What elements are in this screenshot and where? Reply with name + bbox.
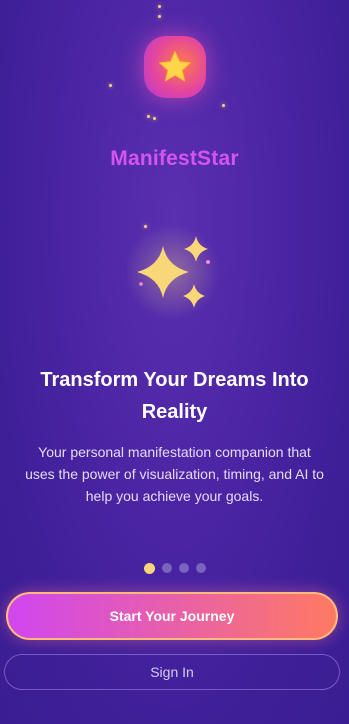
twinkle-dot	[222, 104, 225, 107]
star-icon	[158, 51, 191, 82]
page-dot-2[interactable]	[161, 563, 172, 573]
twinkle-dot	[147, 115, 150, 118]
sign-in-button[interactable]: Sign In	[4, 654, 340, 690]
sparkles-icon	[127, 224, 220, 320]
twinkle-dot	[158, 5, 161, 8]
brand-name: ManifestStar	[110, 147, 239, 170]
logo-container	[0, 36, 349, 98]
twinkle-dot	[158, 15, 161, 18]
page-indicator	[0, 562, 349, 574]
twinkle-dot	[153, 117, 156, 120]
start-journey-button[interactable]: Start Your Journey	[6, 592, 338, 640]
page-dot-3[interactable]	[178, 563, 189, 573]
page-dot-1[interactable]	[143, 562, 155, 574]
app-logo	[143, 36, 206, 98]
page-dot-4[interactable]	[195, 563, 206, 573]
onboarding-headline: Transform Your Dreams Into Reality	[40, 369, 309, 423]
onboarding-description: Your personal manifestation companion th…	[25, 444, 324, 504]
